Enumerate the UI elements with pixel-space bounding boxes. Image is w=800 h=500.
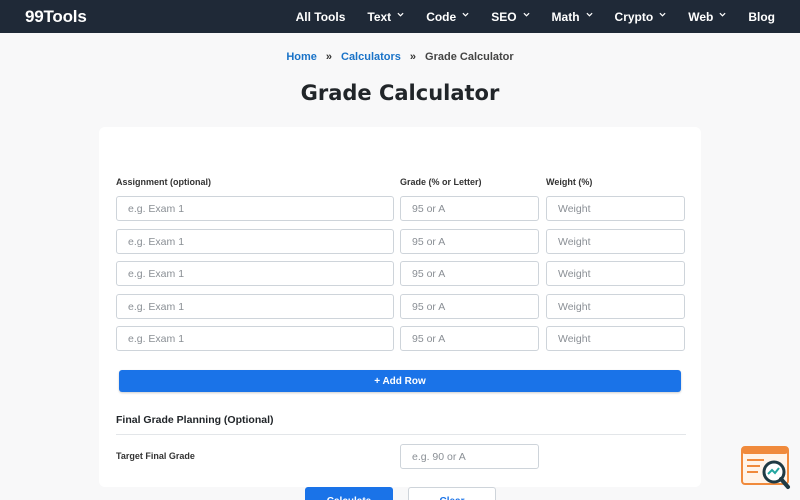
grade-input[interactable] xyxy=(400,294,539,319)
nav-item-seo[interactable]: SEO xyxy=(491,9,530,24)
breadcrumb-home[interactable]: Home xyxy=(286,51,317,63)
weight-input[interactable] xyxy=(546,326,685,351)
weight-input[interactable] xyxy=(546,229,685,254)
nav-item-label: Code xyxy=(426,9,457,24)
nav-item-label: All Tools xyxy=(295,9,346,24)
nav-item-label: Text xyxy=(367,9,392,24)
assignment-input[interactable] xyxy=(116,196,394,221)
target-final-grade-input[interactable] xyxy=(400,444,539,469)
calculate-button[interactable]: Calculate xyxy=(305,487,393,500)
assignment-input[interactable] xyxy=(116,261,394,286)
main-nav: All Tools Text Code SEO Math Crypto Web Blog xyxy=(296,0,775,33)
page-title: Grade Calculator xyxy=(300,81,500,105)
weight-input[interactable] xyxy=(546,196,685,221)
breadcrumb-current: Grade Calculator xyxy=(425,51,514,63)
clear-button[interactable]: Clear xyxy=(408,487,496,500)
grade-input[interactable] xyxy=(400,229,539,254)
assignment-column-header: Assignment (optional) xyxy=(116,177,211,187)
final-planning-title: Final Grade Planning (Optional) xyxy=(116,414,274,426)
weight-input[interactable] xyxy=(546,261,685,286)
nav-item-web[interactable]: Web xyxy=(688,10,726,24)
nav-item-crypto[interactable]: Crypto xyxy=(615,10,667,24)
nav-item-code[interactable]: Code xyxy=(426,10,469,24)
grade-input[interactable] xyxy=(400,261,539,286)
grade-input[interactable] xyxy=(400,196,539,221)
target-final-grade-label: Target Final Grade xyxy=(116,451,195,461)
grade-input[interactable] xyxy=(400,326,539,351)
search-magnifier-icon[interactable] xyxy=(740,446,792,490)
breadcrumb-calculators[interactable]: Calculators xyxy=(341,51,401,63)
chevron-down-icon xyxy=(397,11,404,18)
weight-column-header: Weight (%) xyxy=(546,177,593,187)
top-navbar: 99Tools All Tools Text Code SEO Math Crypto We… xyxy=(0,0,800,33)
assignment-input[interactable] xyxy=(116,229,394,254)
nav-item-label: Blog xyxy=(748,9,775,24)
assignment-input[interactable] xyxy=(116,294,394,319)
assignment-input[interactable] xyxy=(116,326,394,351)
grade-column-header: Grade (% or Letter) xyxy=(400,177,482,187)
breadcrumb-separator: » xyxy=(325,51,332,63)
nav-item-math[interactable]: Math xyxy=(552,10,593,24)
chevron-down-icon xyxy=(585,11,593,18)
chevron-down-icon xyxy=(719,11,726,18)
nav-item-label: SEO xyxy=(491,9,517,24)
nav-item-text[interactable]: Text xyxy=(367,10,404,24)
nav-item-label: Crypto xyxy=(614,9,654,24)
chevron-down-icon xyxy=(659,11,666,18)
chevron-down-icon xyxy=(522,11,530,18)
breadcrumb: Home » Calculators » Grade Calculator xyxy=(0,51,800,63)
brand-logo[interactable]: 99Tools xyxy=(25,7,87,27)
breadcrumb-separator: » xyxy=(409,51,417,63)
chevron-down-icon xyxy=(462,11,469,18)
nav-item-label: Web xyxy=(688,9,714,24)
add-row-button[interactable]: + Add Row xyxy=(119,370,681,392)
weight-input[interactable] xyxy=(546,294,685,319)
nav-item-label: Math xyxy=(551,9,580,24)
nav-item-blog[interactable]: Blog xyxy=(748,10,775,24)
nav-item-all-tools[interactable]: All Tools xyxy=(296,10,346,24)
section-divider xyxy=(116,434,686,435)
